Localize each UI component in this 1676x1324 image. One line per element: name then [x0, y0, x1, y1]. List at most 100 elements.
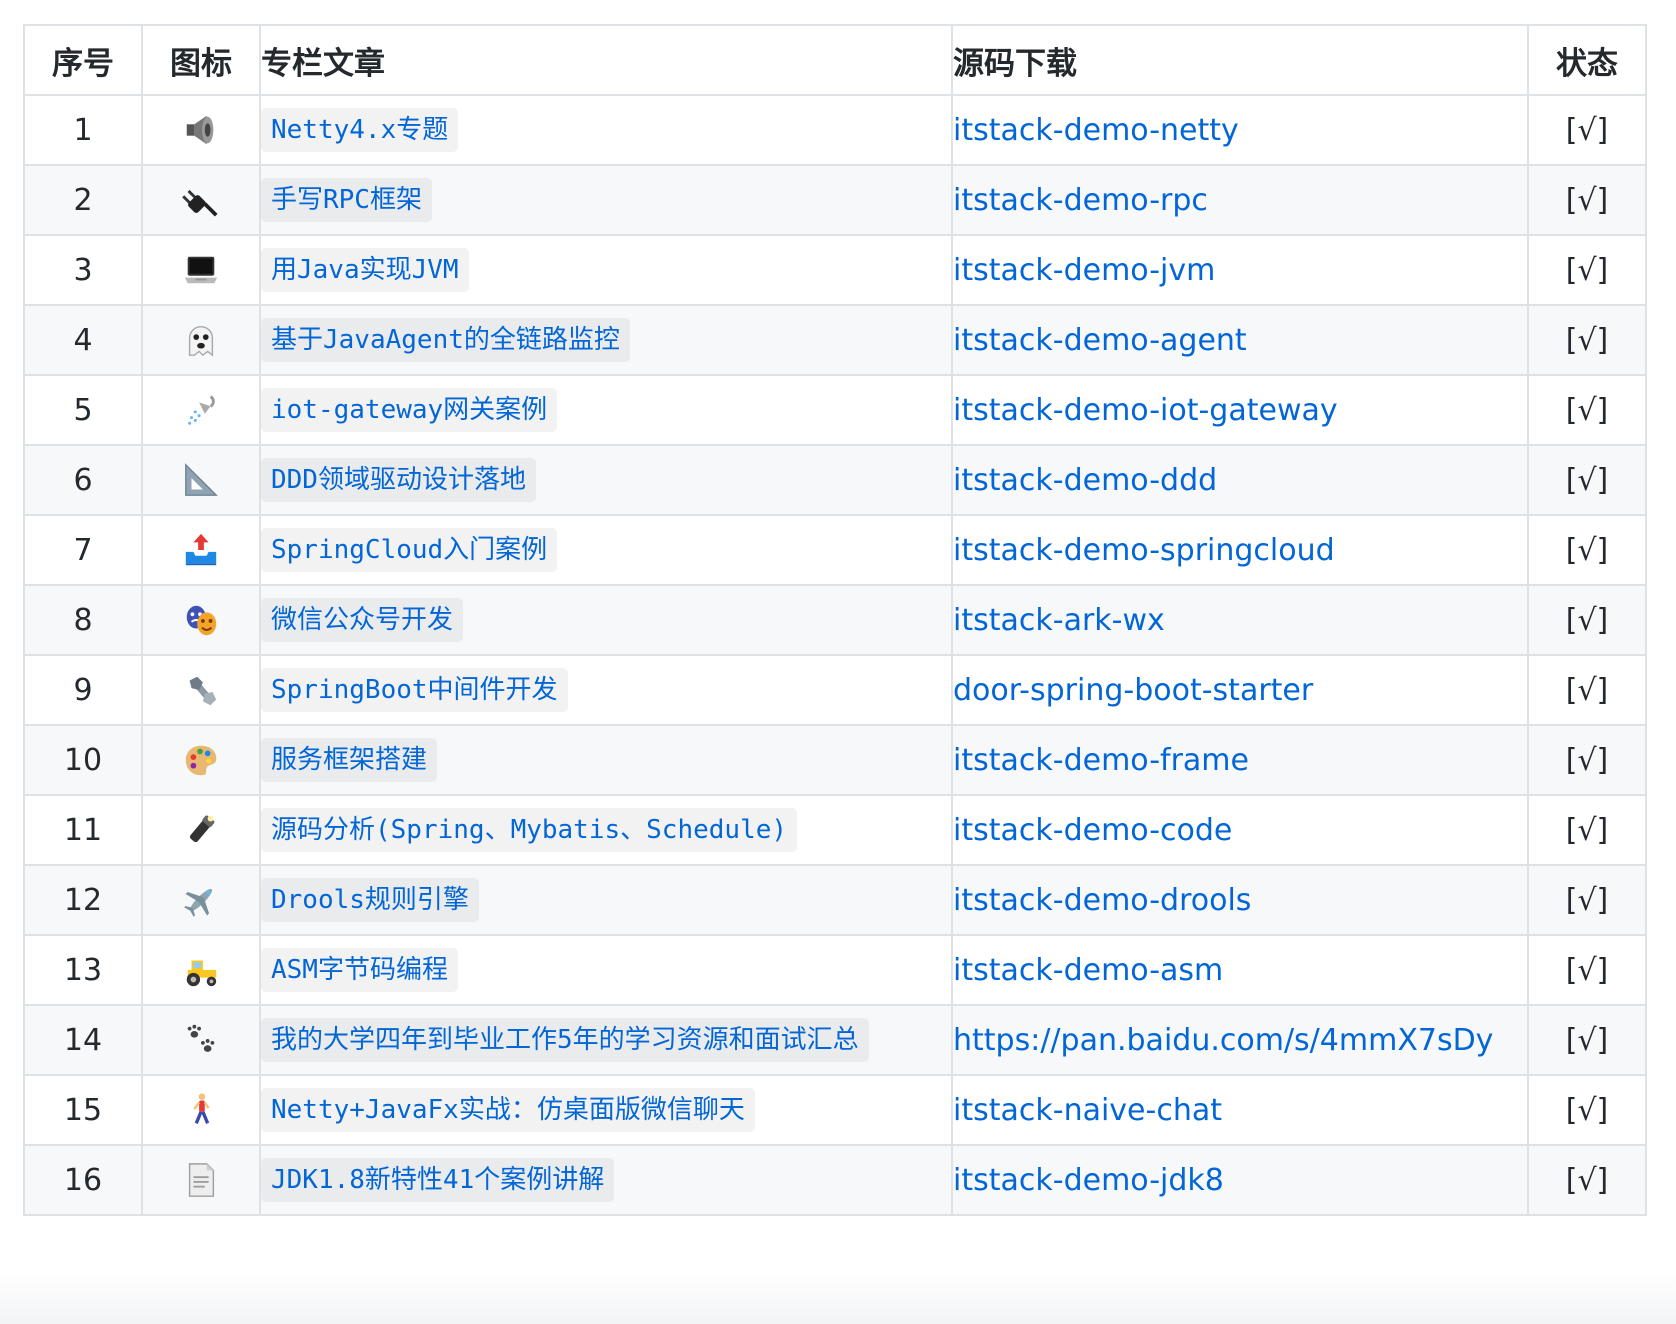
speaker-icon — [182, 111, 220, 149]
article-link[interactable]: Netty+JavaFx实战：仿桌面版微信聊天 — [261, 1088, 755, 1132]
row-repo-cell: itstack-ark-wx — [951, 584, 1529, 656]
row-number: 4 — [23, 304, 143, 376]
row-repo-cell: itstack-demo-agent — [951, 304, 1529, 376]
row-number: 14 — [23, 1004, 143, 1076]
repo-link[interactable]: itstack-demo-frame — [953, 743, 1249, 778]
row-number: 10 — [23, 724, 143, 796]
article-link[interactable]: SpringCloud入门案例 — [261, 528, 558, 572]
article-link[interactable]: 手写RPC框架 — [261, 178, 432, 222]
row-number: 16 — [23, 1144, 143, 1216]
table-row: 7 SpringCloud入门案例 itstack-demo-springcloud… — [23, 514, 1647, 586]
row-number: 2 — [23, 164, 143, 236]
tractor-icon — [182, 951, 220, 989]
row-repo-cell: itstack-demo-ddd — [951, 444, 1529, 516]
article-link[interactable]: Drools规则引擎 — [261, 878, 479, 922]
row-repo-cell: itstack-demo-rpc — [951, 164, 1529, 236]
repo-link[interactable]: itstack-demo-jdk8 — [953, 1163, 1224, 1198]
row-article-cell: iot-gateway网关案例 — [259, 374, 953, 446]
row-number: 9 — [23, 654, 143, 726]
row-icon-cell — [141, 94, 261, 166]
row-article-cell: 微信公众号开发 — [259, 584, 953, 656]
table-row: 5 iot-gateway网关案例 itstack-demo-iot-gateway… — [23, 374, 1647, 446]
row-icon-cell — [141, 584, 261, 656]
row-article-cell: 服务框架搭建 — [259, 724, 953, 796]
article-link[interactable]: 服务框架搭建 — [261, 738, 438, 782]
row-number: 7 — [23, 514, 143, 586]
article-link[interactable]: iot-gateway网关案例 — [261, 388, 558, 432]
repo-link[interactable]: itstack-demo-ddd — [953, 463, 1217, 498]
row-icon-cell — [141, 374, 261, 446]
repo-link[interactable]: itstack-demo-netty — [953, 113, 1239, 148]
row-icon-cell — [141, 234, 261, 306]
repo-link[interactable]: https://pan.baidu.com/s/4mmX7sDy — [953, 1023, 1493, 1058]
row-article-cell: 手写RPC框架 — [259, 164, 953, 236]
nut-and-bolt-icon — [182, 671, 220, 709]
table-row: 10 服务框架搭建 itstack-demo-frame [√] — [23, 724, 1647, 796]
table-row: 4 基于JavaAgent的全链路监控 itstack-demo-agent [√] — [23, 304, 1647, 376]
repo-link[interactable]: door-spring-boot-starter — [953, 673, 1313, 708]
row-number: 3 — [23, 234, 143, 306]
article-link[interactable]: 源码分析(Spring、Mybatis、Schedule) — [261, 808, 798, 852]
table-row: 6 DDD领域驱动设计落地 itstack-demo-ddd [√] — [23, 444, 1647, 516]
repo-link[interactable]: itstack-demo-jvm — [953, 253, 1215, 288]
row-repo-cell: itstack-demo-springcloud — [951, 514, 1529, 586]
row-icon-cell — [141, 794, 261, 866]
article-link[interactable]: JDK1.8新特性41个案例讲解 — [261, 1158, 615, 1202]
repo-link[interactable]: itstack-ark-wx — [953, 603, 1165, 638]
table-row: 16 JDK1.8新特性41个案例讲解 itstack-demo-jdk8 [√] — [23, 1144, 1647, 1216]
repo-link[interactable]: itstack-demo-rpc — [953, 183, 1208, 218]
row-status: [√] — [1527, 304, 1647, 376]
row-status: [√] — [1527, 94, 1647, 166]
table-row: 3 用Java实现JVM itstack-demo-jvm [√] — [23, 234, 1647, 306]
row-repo-cell: itstack-demo-code — [951, 794, 1529, 866]
row-repo-cell: itstack-demo-iot-gateway — [951, 374, 1529, 446]
row-status: [√] — [1527, 1074, 1647, 1146]
electric-plug-icon — [182, 181, 220, 219]
table-row: 1 Netty4.x专题 itstack-demo-netty [√] — [23, 94, 1647, 166]
row-icon-cell — [141, 1004, 261, 1076]
article-link[interactable]: 用Java实现JVM — [261, 248, 469, 292]
repo-link[interactable]: itstack-demo-agent — [953, 323, 1247, 358]
row-status: [√] — [1527, 1004, 1647, 1076]
repo-link[interactable]: itstack-demo-iot-gateway — [953, 393, 1338, 428]
table-row: 8 微信公众号开发 itstack-ark-wx [√] — [23, 584, 1647, 656]
row-repo-cell: itstack-naive-chat — [951, 1074, 1529, 1146]
article-link[interactable]: DDD领域驱动设计落地 — [261, 458, 536, 502]
row-status: [√] — [1527, 374, 1647, 446]
row-repo-cell: itstack-demo-frame — [951, 724, 1529, 796]
row-repo-cell: itstack-demo-asm — [951, 934, 1529, 1006]
ghost-icon — [182, 321, 220, 359]
row-status: [√] — [1527, 514, 1647, 586]
repo-link[interactable]: itstack-demo-code — [953, 813, 1232, 848]
table-body: 1 Netty4.x专题 itstack-demo-netty [√] 2 手写RPC框架… — [23, 94, 1647, 1216]
table-row: 15 Netty+JavaFx实战：仿桌面版微信聊天 itstack-naive-c… — [23, 1074, 1647, 1146]
row-article-cell: DDD领域驱动设计落地 — [259, 444, 953, 516]
article-link[interactable]: SpringBoot中间件开发 — [261, 668, 568, 712]
row-number: 15 — [23, 1074, 143, 1146]
article-link[interactable]: ASM字节码编程 — [261, 948, 458, 992]
article-link[interactable]: 基于JavaAgent的全链路监控 — [261, 318, 630, 362]
row-status: [√] — [1527, 934, 1647, 1006]
article-link[interactable]: 我的大学四年到毕业工作5年的学习资源和面试汇总 — [261, 1018, 869, 1062]
row-icon-cell — [141, 1074, 261, 1146]
row-number: 1 — [23, 94, 143, 166]
repo-link[interactable]: itstack-demo-drools — [953, 883, 1251, 918]
row-repo-cell: itstack-demo-jdk8 — [951, 1144, 1529, 1216]
article-link[interactable]: Netty4.x专题 — [261, 108, 459, 152]
table-row: 11 源码分析(Spring、Mybatis、Schedule) itstack-d… — [23, 794, 1647, 866]
row-repo-cell: itstack-demo-netty — [951, 94, 1529, 166]
laptop-icon — [182, 251, 220, 289]
row-article-cell: SpringCloud入门案例 — [259, 514, 953, 586]
repo-link[interactable]: itstack-naive-chat — [953, 1093, 1222, 1128]
article-link[interactable]: 微信公众号开发 — [261, 598, 464, 642]
repo-link[interactable]: itstack-demo-asm — [953, 953, 1223, 988]
row-repo-cell: itstack-demo-jvm — [951, 234, 1529, 306]
airplane-icon — [182, 881, 220, 919]
row-article-cell: 用Java实现JVM — [259, 234, 953, 306]
table-row: 13 ASM字节码编程 itstack-demo-asm [√] — [23, 934, 1647, 1006]
repo-link[interactable]: itstack-demo-springcloud — [953, 533, 1335, 568]
row-status: [√] — [1527, 794, 1647, 866]
flashlight-icon — [182, 811, 220, 849]
content-wrapper: 序号 图标 专栏文章 源码下载 状态 1 Netty4.x专题 itstack-de… — [23, 24, 1647, 1216]
table-row: 2 手写RPC框架 itstack-demo-rpc [√] — [23, 164, 1647, 236]
